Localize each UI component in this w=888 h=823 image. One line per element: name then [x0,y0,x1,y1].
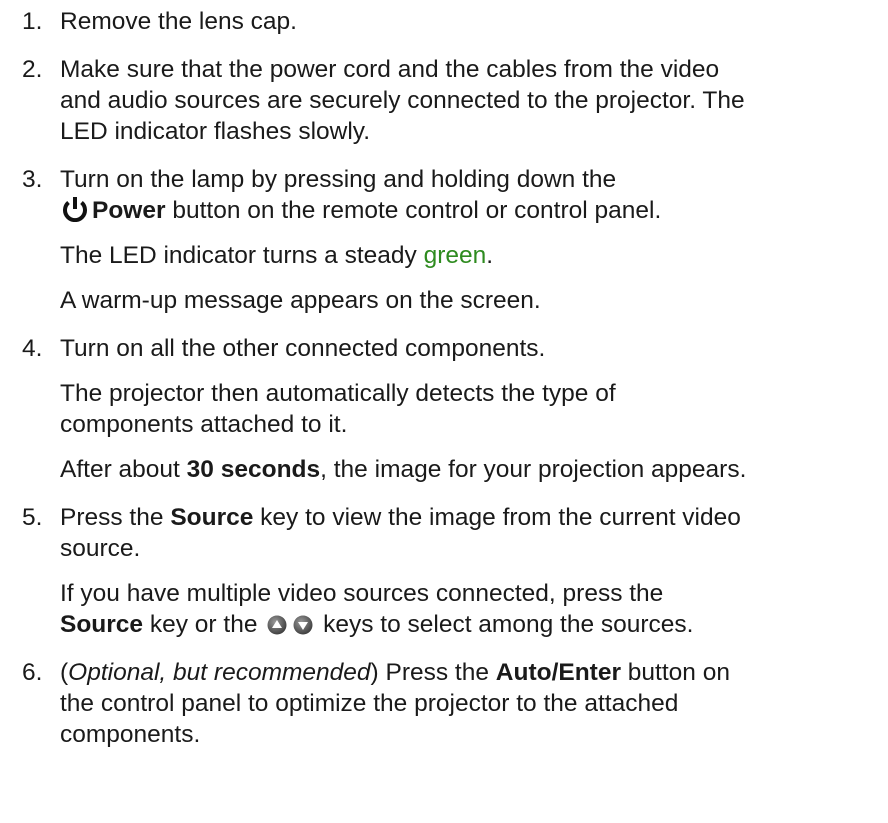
step-number: 2. [22,56,43,83]
text-line: components attached to it. [60,411,348,438]
power-icon [60,196,90,223]
step-text: (Optional, but recommended) Press the Au… [60,657,888,750]
down-arrow-button-icon [293,612,313,635]
instruction-steps: 1. Remove the lens cap. 2. Make sure tha… [0,0,888,750]
step-note: The LED indicator turns a steady green. [60,240,888,271]
up-arrow-button-icon [267,612,287,635]
step-4: 4. Turn on all the other connected compo… [0,333,888,485]
note-text: , the image for your projection appears. [320,456,747,483]
step-text: Turn on the lamp by pressing and holding… [60,164,888,226]
source-key-label: Source [60,611,144,638]
optional-note: Optional, but recommended [68,659,371,686]
text-line: key to view the image from the current v… [253,504,741,531]
step-text: Turn on all the other connected componen… [60,335,546,362]
text-line: source. [60,535,141,562]
emphasis-text: 30 seconds [186,456,321,483]
step-number: 4. [22,335,43,362]
text-line: key or the [143,611,258,638]
text-line: ) Press the [370,659,496,686]
text-line: Make sure that the power cord and the ca… [60,56,720,83]
note-text: After about [60,456,187,483]
text-line: LED indicator flashes slowly. [60,118,371,145]
text-line: ( [60,659,69,686]
step-number: 6. [22,659,43,686]
note-text: . [486,242,494,269]
auto-enter-label: Auto/Enter [495,659,621,686]
step-number: 5. [22,504,43,531]
step-3: 3. Turn on the lamp by pressing and hold… [0,164,888,316]
text-line: Turn on the lamp by pressing and holding… [60,166,617,193]
text-line: Press the [60,504,171,531]
text-line: button on [621,659,730,686]
step-note: After about 30 seconds, the image for yo… [60,454,888,485]
text-line: The projector then automatically detects… [60,380,616,407]
step-text: Press the Source key to view the image f… [60,502,888,564]
note-text: The LED indicator turns a steady [60,242,424,269]
text-line: the control panel to optimize the projec… [60,690,679,717]
step-number: 1. [22,8,43,35]
step-6: 6. (Optional, but recommended) Press the… [0,657,888,750]
step-1: 1. Remove the lens cap. [0,6,888,37]
text-line: keys to select among the sources. [323,611,694,638]
step-note: A warm-up message appears on the screen. [60,287,541,314]
text-line: and audio sources are securely connected… [60,87,745,114]
step-text: Remove the lens cap. [60,8,297,35]
step-note: If you have multiple video sources conne… [60,578,888,640]
step-number: 3. [22,166,43,193]
step-note: The projector then automatically detects… [60,378,888,440]
source-key-label: Source [170,504,254,531]
status-color-text: green [423,242,487,269]
step-text: Make sure that the power cord and the ca… [60,54,888,147]
power-label: Power [92,197,166,224]
text-line: If you have multiple video sources conne… [60,580,664,607]
step-2: 2. Make sure that the power cord and the… [0,54,888,147]
text-line: components. [60,721,201,748]
text-line: button on the remote control or control … [165,197,662,224]
step-5: 5. Press the Source key to view the imag… [0,502,888,640]
